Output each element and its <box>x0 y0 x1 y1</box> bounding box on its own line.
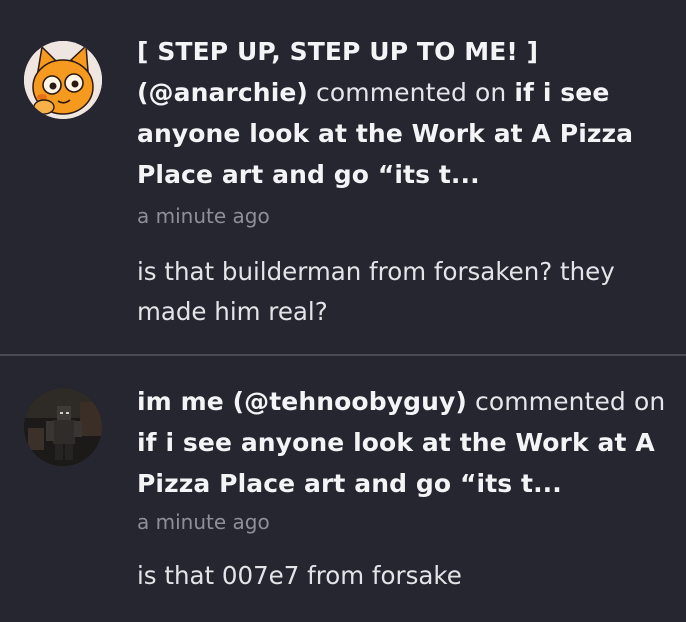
comment-notification[interactable]: [ STEP UP, STEP UP TO ME! ] (@anarchie) … <box>0 0 686 355</box>
avatar[interactable] <box>24 41 102 119</box>
action-text: commented on <box>474 387 666 416</box>
orange-cat-face-avatar-icon <box>24 41 102 119</box>
action-text: commented on <box>316 78 507 107</box>
post-title-link[interactable]: if i see anyone look at the Work at A Pi… <box>137 428 655 498</box>
dark-roblox-figure-avatar-icon <box>24 388 102 466</box>
comment-text: is that builderman from forsaken? they m… <box>137 257 615 326</box>
notification-headline: [ STEP UP, STEP UP TO ME! ] (@anarchie) … <box>137 31 667 195</box>
timestamp: a minute ago <box>137 204 270 228</box>
avatar[interactable] <box>24 388 102 466</box>
notification-headline: im me (@tehnoobyguy) commented on if i s… <box>137 381 667 504</box>
comment-text: is that 007e7 from forsake <box>137 561 462 590</box>
username-link[interactable]: im me (@tehnoobyguy) <box>137 387 467 416</box>
notification-feed: [ STEP UP, STEP UP TO ME! ] (@anarchie) … <box>0 0 686 622</box>
timestamp: a minute ago <box>137 510 270 534</box>
comment-notification[interactable]: im me (@tehnoobyguy) commented on if i s… <box>0 356 686 622</box>
